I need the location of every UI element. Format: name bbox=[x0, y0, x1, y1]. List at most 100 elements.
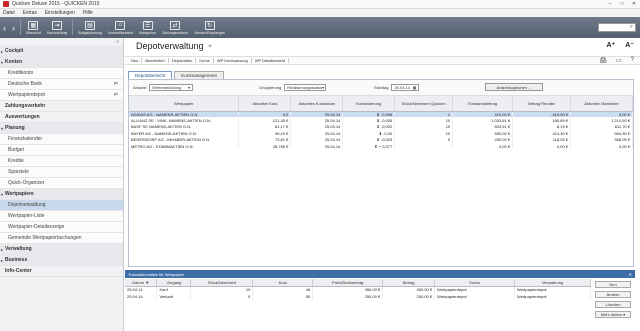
sidebar-item-quick-organizer[interactable]: Quick-Organizer bbox=[0, 178, 123, 189]
ansichtsoptionen-button[interactable]: Ansichtsoptionen ... bbox=[485, 83, 543, 91]
col-betrag[interactable]: Betrag bbox=[382, 279, 436, 287]
toolbar-button-senden[interactable]: ↻ Senden/Empfangen bbox=[191, 17, 228, 38]
sidebar-item-info-center[interactable]: Info-Center bbox=[0, 266, 123, 277]
sidebar-item-kredite[interactable]: Kredite bbox=[0, 156, 123, 167]
col-aktueller-kurs[interactable]: Aktueller Kurs bbox=[238, 96, 292, 112]
tx-loeschen-button[interactable]: Löschen bbox=[595, 301, 631, 308]
transaction-row[interactable]: 25.04.14 Kauf 10 45 450,00 € 450,00 € We… bbox=[125, 286, 591, 293]
page-header: Depotverwaltung ✦ bbox=[125, 38, 640, 54]
toolbar-divider bbox=[20, 20, 21, 35]
col-kursaenderung[interactable]: Kursänderung bbox=[342, 96, 396, 112]
gruppierung-select[interactable]: Realisierungsstatus ▾ bbox=[284, 84, 327, 91]
kurse-button[interactable]: Kurse bbox=[196, 58, 214, 63]
sidebar-label: Kreditkonto bbox=[8, 70, 34, 76]
wp-kontoauszug-button[interactable]: WP Kontoauszug bbox=[214, 58, 252, 63]
toolbar-button-zahlungsverkehr[interactable]: ⇄ Zahlungsverkehr bbox=[159, 17, 191, 38]
toolbar-label: Zahlungsverkehr bbox=[162, 30, 189, 35]
tab-kursmanagement[interactable]: Kursmanagement bbox=[174, 71, 224, 79]
sidebar-label: Wertpapier-Detailanzeige bbox=[8, 224, 65, 230]
stichtag-input[interactable]: 25.04.14 ▦ bbox=[391, 84, 420, 91]
font-increase-button[interactable]: A⁺ bbox=[607, 41, 616, 49]
col-wertpapier[interactable]: Wertpapier bbox=[129, 96, 240, 112]
col-konto[interactable]: Konto bbox=[434, 279, 516, 287]
toolbar-button-uebersicht[interactable]: ▦ Übersicht bbox=[23, 17, 44, 38]
holding-row[interactable]: METRO AG - STAMMAKTIEN O.N. 28,765 € 25.… bbox=[129, 142, 633, 150]
sidebar-item-sparziele[interactable]: Sparziele bbox=[0, 167, 123, 178]
forward-arrow-icon[interactable]: › bbox=[9, 17, 18, 38]
sidebar-item-kreditkonto[interactable]: Kreditkonto bbox=[0, 68, 123, 79]
sidebar-label: Deutsche Bank bbox=[8, 81, 42, 87]
arrow-icon: ⇥ bbox=[52, 20, 63, 30]
ansicht-select[interactable]: Wertentwicklung ▾ bbox=[149, 84, 194, 91]
close-icon[interactable]: ✕ bbox=[629, 272, 632, 277]
toolbar-button-kontenuebersicht[interactable]: ⌂ Kontenübersicht bbox=[105, 17, 136, 38]
holding-row[interactable]: ALLIANZ SE - VINK. NAMENS-AKTIEN O.N. 12… bbox=[129, 117, 633, 124]
minimize-button[interactable]: – bbox=[604, 1, 616, 7]
toolbar-button-budgetplanung[interactable]: ▤ Budgetplanung bbox=[75, 17, 105, 38]
col-marktwert[interactable]: Aktueller Marktwert bbox=[570, 96, 633, 112]
stichtag-value: 25.04.14 bbox=[394, 85, 411, 90]
sidebar-item-cockpit[interactable]: ▸ Cockpit bbox=[0, 46, 123, 57]
window-icon[interactable]: ▭ bbox=[616, 57, 622, 64]
sidebar-label: Wertpapiere bbox=[5, 191, 34, 197]
col-verwahrung[interactable]: Verwahrung bbox=[514, 279, 591, 287]
sidebar-item-auswertungen[interactable]: Auswertungen bbox=[0, 112, 123, 123]
col-kurs[interactable]: Kurs bbox=[252, 279, 314, 287]
bearbeiten-button[interactable]: Bearbeiten bbox=[142, 58, 169, 63]
sidebar-collapse-icon[interactable]: « bbox=[0, 38, 123, 46]
expand-icon: ▸ bbox=[1, 246, 4, 252]
toolbar-button-kategorien[interactable]: ☰ Kategorien bbox=[136, 17, 159, 38]
sidebar-item-konten[interactable]: ▾ Konten bbox=[0, 57, 123, 68]
tx-kurs: 45 bbox=[252, 286, 314, 293]
neu-button[interactable]: Neu bbox=[128, 58, 143, 63]
col-stueck[interactable]: Stück/Nennwert Quicken bbox=[394, 96, 454, 112]
col-vorgang[interactable]: Vorgang bbox=[156, 279, 192, 287]
sidebar-item-finanzkalender[interactable]: Finanzkalender bbox=[0, 134, 123, 145]
sidebar-item-business[interactable]: ▸ Business bbox=[0, 255, 123, 266]
close-button[interactable]: ✕ bbox=[628, 1, 640, 7]
font-decrease-button[interactable]: A⁻ bbox=[625, 41, 634, 49]
sidebar-item-wertpapier-detail[interactable]: Wertpapier-Detailanzeige bbox=[0, 222, 123, 233]
transaction-row[interactable]: 25.04.14 Verkauf 5 50 250,00 € 250,00 € … bbox=[125, 293, 591, 300]
col-stueck-nennwert[interactable]: Stück/Nennwert bbox=[190, 279, 254, 287]
maximize-button[interactable]: □ bbox=[616, 1, 628, 7]
menu-hilfe[interactable]: Hilfe bbox=[83, 10, 93, 16]
tx-neu-button[interactable]: Neu bbox=[595, 281, 631, 288]
sidebar-item-budget[interactable]: Budget bbox=[0, 145, 123, 156]
col-datum[interactable]: Datum ▼ bbox=[125, 279, 158, 287]
sidebar-item-wertpapierbuchungen[interactable]: Gemeinde Wertpapierbuchungen bbox=[0, 233, 123, 244]
sidebar-item-deutsche-bank[interactable]: Deutsche Bank ⇄ bbox=[0, 79, 123, 90]
col-betrag-rendite[interactable]: Betrag Rendite bbox=[512, 96, 572, 112]
toolbar-button-dauerauftrag[interactable]: ⇥ Dauerauftrag bbox=[44, 17, 70, 38]
filter-bar: Ansicht Wertentwicklung ▾ Gruppierung Rea… bbox=[129, 80, 633, 96]
holding-row[interactable]: BEIERSDORF AG - INHABER-AKTIEN O.N. 73,6… bbox=[129, 136, 633, 143]
expand-icon: ▸ bbox=[1, 48, 4, 54]
back-arrow-icon[interactable]: ‹ bbox=[0, 17, 9, 38]
sidebar-item-depotverwaltung[interactable]: Depotverwaltung bbox=[0, 200, 123, 211]
tab-depotuebersicht[interactable]: Depotübersicht bbox=[128, 71, 173, 79]
menu-datei[interactable]: Datei bbox=[3, 10, 15, 16]
help-icon[interactable]: ? bbox=[631, 57, 634, 64]
toolbar-label: Dauerauftrag bbox=[46, 30, 68, 35]
gruppierung-label: Gruppierung bbox=[259, 85, 282, 90]
sidebar-item-wertpapier-liste[interactable]: Wertpapier-Liste bbox=[0, 211, 123, 222]
pin-icon[interactable]: ✦ bbox=[208, 43, 213, 50]
collapse-icon: ▾ bbox=[1, 59, 4, 65]
col-preis[interactable]: Preis/Bruttoertrag bbox=[312, 279, 384, 287]
depotdaten-button[interactable]: Depotdaten bbox=[169, 58, 197, 63]
col-kursdatum[interactable]: Aktuelles Kursdatum bbox=[290, 96, 344, 112]
transactions-panel: Transaktionsliste für Wertpapier ✕ Datum… bbox=[125, 270, 640, 331]
wp-detailansicht-button[interactable]: WP Detailansicht bbox=[252, 58, 290, 63]
sidebar-item-planung[interactable]: ▾ Planung bbox=[0, 123, 123, 134]
sidebar-item-verwaltung[interactable]: ▸ Verwaltung bbox=[0, 244, 123, 255]
menu-einstellungen[interactable]: Einstellungen bbox=[45, 10, 75, 16]
tx-mehr-aktion-button[interactable]: Mehr Aktion ▾ bbox=[595, 311, 631, 318]
menu-extras[interactable]: Extras bbox=[23, 10, 37, 16]
sidebar-item-zahlungsverkehr[interactable]: Zahlungsverkehr bbox=[0, 101, 123, 112]
tx-aendern-button[interactable]: Ändern bbox=[595, 291, 631, 298]
sidebar-item-wertpapierdepot[interactable]: Wertpapierdepot ⇄ bbox=[0, 90, 123, 101]
col-einstandsbetrag[interactable]: Einstandsbetrag bbox=[452, 96, 514, 112]
search-input[interactable]: ⌕ bbox=[598, 23, 636, 32]
print-icon[interactable]: 🖨 bbox=[599, 57, 607, 64]
sidebar-item-wertpapiere[interactable]: ▾ Wertpapiere bbox=[0, 189, 123, 200]
